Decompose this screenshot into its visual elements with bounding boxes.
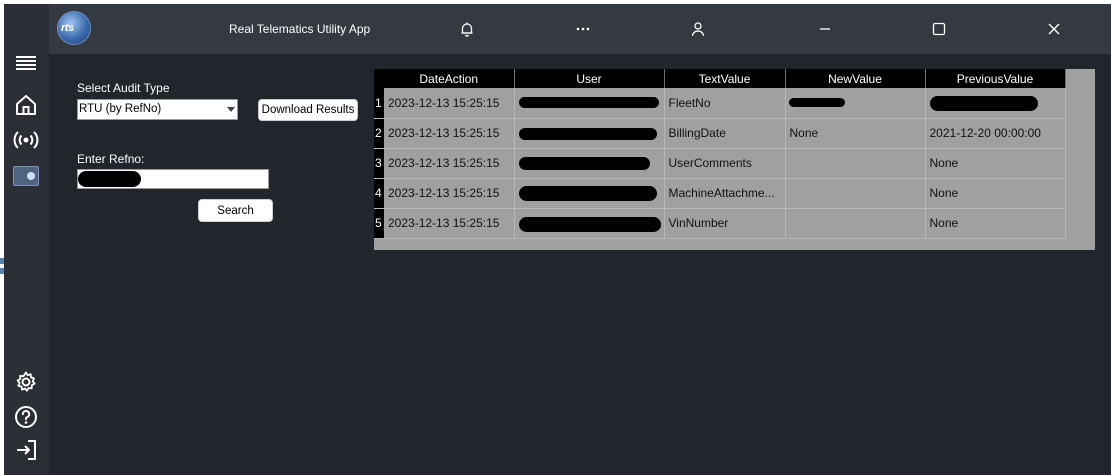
text-value-cell[interactable]: FleetNo [664,88,786,119]
column-header[interactable]: User [514,69,665,88]
table-row[interactable]: 1 2023-12-13 15:25:15 FleetNo [374,88,1066,119]
rtu-icon[interactable] [13,166,39,186]
redacted-value [78,171,141,187]
table-row[interactable]: 5 2023-12-13 15:25:15 VinNumber None [374,208,1066,239]
previous-value-cell[interactable]: None [925,208,1066,239]
minimize-button[interactable] [813,17,837,41]
redacted-value [518,97,659,108]
close-icon [1048,23,1060,35]
settings-button[interactable] [10,367,42,397]
logout-icon [17,440,36,460]
audit-results-grid: DateAction User TextValue NewValue Previ… [374,69,1095,250]
new-value-cell[interactable] [785,178,926,209]
row-index: 3 [374,148,384,179]
redacted-value [929,96,1038,111]
broadcast-button[interactable] [10,125,42,155]
user-cell[interactable] [514,148,665,179]
date-action-cell[interactable]: 2023-12-13 15:25:15 [384,178,515,209]
results-table: DateAction User TextValue NewValue Previ… [374,69,1066,239]
home-icon [16,95,36,115]
menu-icon [16,56,36,70]
column-header[interactable]: DateAction [384,69,515,88]
row-header-corner [374,69,384,88]
column-header[interactable]: NewValue [785,69,926,88]
audit-type-label: Select Audit Type [77,81,170,95]
more-button[interactable] [571,17,595,41]
logout-button[interactable] [10,435,42,465]
redacted-value [518,185,657,201]
row-index: 5 [374,208,384,239]
redacted-value [518,216,661,232]
new-value-cell[interactable] [785,208,926,239]
more-icon [576,27,590,31]
table-row[interactable]: 4 2023-12-13 15:25:15 MachineAttachme...… [374,178,1066,209]
user-cell[interactable] [514,118,665,149]
user-cell[interactable] [514,88,665,119]
text-value-cell[interactable]: BillingDate [664,118,786,149]
previous-value-cell[interactable]: 2021-12-20 00:00:00 [925,118,1066,149]
redacted-value [518,127,657,140]
table-row[interactable]: 3 2023-12-13 15:25:15 UserComments None [374,148,1066,179]
sidebar [4,4,49,475]
menu-button[interactable] [10,48,42,78]
new-value-cell[interactable] [785,88,926,119]
bell-icon [461,22,473,37]
help-button[interactable] [10,402,42,432]
new-value-cell[interactable] [785,148,926,179]
table-row[interactable]: 2 2023-12-13 15:25:15 BillingDate None 2… [374,118,1066,149]
user-button[interactable] [686,17,710,41]
download-results-button[interactable]: Download Results [258,99,358,121]
minimize-icon [820,28,830,30]
column-header[interactable]: PreviousValue [925,69,1066,88]
main-content: Select Audit Type RTU (by RefNo) Downloa… [49,54,1111,475]
user-cell[interactable] [514,208,665,239]
home-button[interactable] [10,90,42,120]
previous-value-cell[interactable] [925,88,1066,119]
date-action-cell[interactable]: 2023-12-13 15:25:15 [384,88,515,119]
notifications-button[interactable] [455,17,479,41]
refno-input[interactable] [77,169,269,189]
row-index: 2 [374,118,384,149]
chevron-down-icon [227,107,235,112]
row-index: 4 [374,178,384,209]
row-index: 1 [374,88,384,119]
column-header[interactable]: TextValue [664,69,786,88]
text-value-cell[interactable]: MachineAttachme... [664,178,786,209]
redacted-value [518,156,650,170]
text-value-cell[interactable]: VinNumber [664,208,786,239]
user-icon [691,22,705,37]
previous-value-cell[interactable]: None [925,148,1066,179]
text-value-cell[interactable]: UserComments [664,148,786,179]
refno-label: Enter Refno: [77,152,145,166]
previous-value-cell[interactable]: None [925,178,1066,209]
new-value-cell[interactable]: None [785,118,926,149]
redacted-value [788,98,845,107]
date-action-cell[interactable]: 2023-12-13 15:25:15 [384,208,515,239]
app-logo-text: rts [61,22,74,34]
date-action-cell[interactable]: 2023-12-13 15:25:15 [384,148,515,179]
audit-type-select[interactable]: RTU (by RefNo) [77,99,238,120]
maximize-button[interactable] [927,17,951,41]
broadcast-icon [13,131,39,149]
help-icon [15,406,37,428]
settings-icon [16,371,36,392]
table-header-row: DateAction User TextValue NewValue Previ… [374,69,1066,88]
user-cell[interactable] [514,178,665,209]
close-button[interactable] [1042,17,1066,41]
maximize-icon [932,22,946,36]
title-bar: rts Real Telematics Utility App [49,4,1111,54]
audit-type-value: RTU (by RefNo) [79,103,162,115]
search-button[interactable]: Search [198,199,273,222]
app-logo: rts [57,11,91,45]
app-title: Real Telematics Utility App [229,22,371,36]
date-action-cell[interactable]: 2023-12-13 15:25:15 [384,118,515,149]
